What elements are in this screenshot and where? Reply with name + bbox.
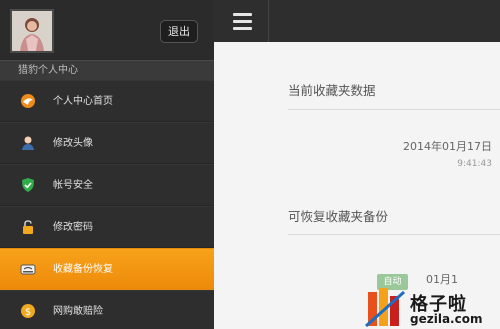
sidebar-item-label: 修改头像 [53, 138, 93, 149]
coin-icon: $ [20, 303, 36, 319]
sidebar-item-avatar[interactable]: 修改头像 [0, 122, 214, 164]
recoverable-backups-title: 可恢复收藏夹备份 [288, 209, 389, 224]
sidebar-item-label: 个人中心首页 [53, 96, 113, 107]
top-bar [214, 0, 500, 42]
sidebar-item-favorites-backup[interactable]: 收藏备份恢复 [0, 248, 214, 290]
sidebar-item-label: 修改密码 [53, 222, 93, 233]
shield-check-icon [20, 177, 36, 193]
current-favorites-time: 9:41:43 [457, 159, 492, 169]
sidebar-item-security[interactable]: 帐号安全 [0, 164, 214, 206]
sidebar-menu: 个人中心首页 修改头像 帐号安全 修改密码 收藏备份恢复 $ 网购敢赔险 [0, 80, 214, 329]
current-favorites-title: 当前收藏夹数据 [288, 83, 376, 98]
sidebar-header: 退出 [0, 0, 214, 60]
sidebar-item-label: 收藏备份恢复 [53, 264, 113, 275]
sidebar: 退出 猎豹个人中心 个人中心首页 修改头像 帐号安全 修改密码 收藏备份恢复 $… [0, 0, 214, 329]
avatar[interactable] [10, 9, 54, 53]
divider [288, 109, 500, 110]
watermark-domain: gezila.com [410, 312, 483, 326]
current-favorites-date: 2014年01月17日 [403, 140, 492, 153]
sidebar-item-label: 网购敢赔险 [53, 306, 103, 317]
sidebar-item-insurance[interactable]: $ 网购敢赔险 [0, 290, 214, 329]
sidebar-item-password[interactable]: 修改密码 [0, 206, 214, 248]
padlock-icon [20, 219, 36, 235]
watermark-logo: 格子啦 gezila.com [364, 286, 500, 329]
watermark-emblem-icon [364, 288, 406, 328]
favorites-backup-icon [20, 261, 36, 277]
hamburger-menu-icon[interactable] [214, 0, 269, 42]
sidebar-item-home[interactable]: 个人中心首页 [0, 80, 214, 122]
backup-date[interactable]: 01月1 [426, 271, 458, 287]
logout-button[interactable]: 退出 [160, 20, 198, 43]
sidebar-section-label: 猎豹个人中心 [0, 60, 214, 80]
user-avatar-icon [20, 135, 36, 151]
cheetah-logo-icon [20, 93, 36, 109]
sidebar-item-label: 帐号安全 [53, 180, 93, 191]
divider [288, 234, 500, 235]
svg-text:$: $ [25, 307, 31, 318]
